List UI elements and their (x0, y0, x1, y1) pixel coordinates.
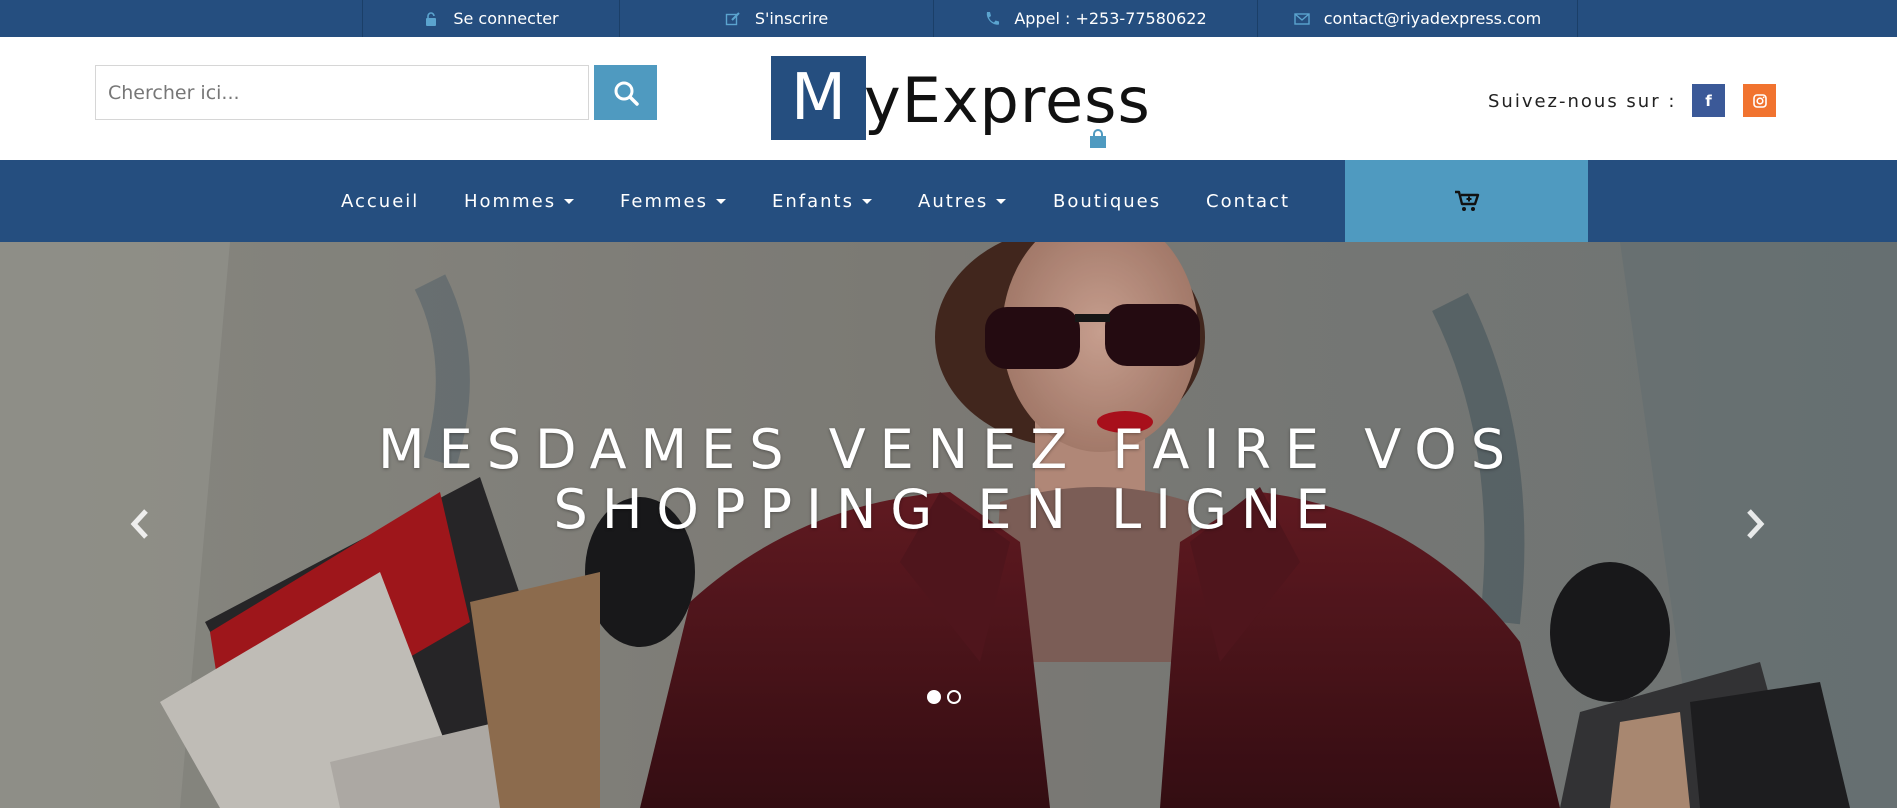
edit-icon (725, 11, 740, 25)
carousel-dot-1[interactable] (927, 690, 941, 704)
top-bar: Se connecter S'inscrire Appel : +253-775… (0, 0, 1897, 37)
instagram-button[interactable] (1743, 84, 1776, 117)
facebook-button[interactable]: f (1692, 84, 1725, 117)
nav-label: Contact (1206, 190, 1291, 212)
phone-label: Appel : +253-77580622 (1014, 9, 1207, 28)
envelope-icon (1294, 12, 1310, 25)
instagram-icon (1752, 93, 1767, 108)
nav-label: Autres (918, 190, 989, 212)
search-icon (614, 81, 639, 106)
register-link[interactable]: S'inscrire (620, 0, 934, 37)
header: M yExpress Suivez-nous sur : f (0, 37, 1897, 160)
chevron-right-icon (1747, 509, 1765, 539)
cart-icon (1454, 190, 1479, 211)
chevron-left-icon (130, 509, 148, 539)
caret-down-icon (862, 198, 872, 204)
carousel-next-button[interactable] (1735, 504, 1775, 544)
search-input[interactable] (95, 65, 589, 120)
caret-down-icon (996, 198, 1007, 204)
site-logo[interactable]: M yExpress (771, 56, 1151, 140)
register-label[interactable]: S'inscrire (755, 9, 828, 28)
nav-item-boutiques[interactable]: Boutiques (1053, 160, 1161, 242)
nav-item-autres[interactable]: Autres (918, 160, 1007, 242)
nav-label: Boutiques (1053, 190, 1162, 212)
carousel-dot-2[interactable] (947, 690, 961, 704)
hero-carousel: MESDAMES VENEZ FAIRE VOS SHOPPING EN LIG… (0, 242, 1897, 808)
hero-title-line-2: SHOPPING EN LIGNE (553, 478, 1344, 541)
login-label[interactable]: Se connecter (453, 9, 558, 28)
nav-label: Accueil (341, 190, 420, 212)
caret-down-icon (715, 198, 726, 204)
login-link[interactable]: Se connecter (362, 0, 620, 37)
carousel-prev-button[interactable] (120, 504, 160, 544)
main-nav: Accueil Hommes Femmes Enfants Autres Bou… (0, 160, 1897, 242)
caret-down-icon (564, 198, 575, 204)
search-button[interactable] (594, 65, 657, 120)
phone-info: Appel : +253-77580622 (934, 0, 1258, 37)
nav-item-femmes[interactable]: Femmes (620, 160, 726, 242)
follow-label: Suivez-nous sur : (1488, 91, 1677, 112)
email-label[interactable]: contact@riyadexpress.com (1324, 9, 1542, 28)
nav-item-hommes[interactable]: Hommes (464, 160, 575, 242)
carousel-indicators (927, 690, 961, 704)
nav-item-contact[interactable]: Contact (1206, 160, 1290, 242)
nav-item-enfants[interactable]: Enfants (772, 160, 872, 242)
nav-item-accueil[interactable]: Accueil (341, 160, 419, 242)
shopping-bag-icon (1090, 129, 1106, 148)
hero-title: MESDAMES VENEZ FAIRE VOS SHOPPING EN LIG… (0, 420, 1897, 540)
logo-letter: M (771, 56, 866, 140)
logo-text: yExpress (864, 64, 1151, 137)
hero-title-line-1: MESDAMES VENEZ FAIRE VOS (378, 418, 1519, 481)
cart-button[interactable] (1345, 160, 1588, 242)
email-link[interactable]: contact@riyadexpress.com (1258, 0, 1578, 37)
nav-label: Femmes (620, 190, 708, 212)
nav-label: Hommes (464, 190, 557, 212)
facebook-icon: f (1705, 91, 1712, 110)
lock-icon (426, 11, 437, 26)
phone-icon (987, 11, 1000, 25)
nav-label: Enfants (772, 190, 854, 212)
